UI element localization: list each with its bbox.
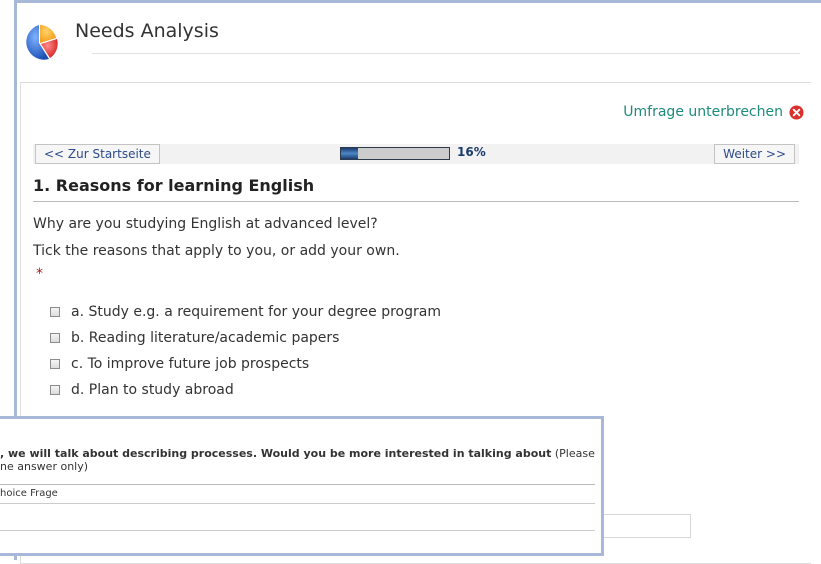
pie-chart-logo-icon: [26, 25, 58, 60]
option-label: b. Reading literature/academic papers: [71, 330, 340, 346]
option-label: d. Plan to study abroad: [71, 382, 234, 398]
inset-divider: [0, 503, 595, 504]
interrupt-survey-label: Umfrage unterbrechen: [623, 104, 783, 120]
inset-question-bold: , we will talk about describing processe…: [0, 447, 552, 460]
progress-bar-fill: [341, 148, 359, 159]
inset-question-note: (Please: [551, 447, 595, 460]
close-icon[interactable]: [789, 104, 804, 120]
option-label: c. To improve future job prospects: [71, 356, 310, 372]
required-marker: *: [36, 266, 43, 282]
answer-options: a. Study e.g. a requirement for your deg…: [50, 299, 441, 403]
app-title: Needs Analysis: [75, 20, 219, 42]
inset-question-text: , we will talk about describing processe…: [0, 447, 600, 473]
option-label: a. Study e.g. a requirement for your deg…: [71, 304, 441, 320]
progress-percent: 16%: [457, 145, 486, 159]
question-title-divider: [33, 201, 799, 202]
question-text: Why are you studying English at advanced…: [33, 216, 378, 232]
question-instruction: Tick the reasons that apply to you, or a…: [33, 243, 400, 259]
question-title: 1. Reasons for learning English: [33, 176, 315, 195]
answer-option[interactable]: c. To improve future job prospects: [50, 351, 441, 377]
navigation-bar: << Zur Startseite 16% Weiter >>: [33, 144, 799, 164]
checkbox[interactable]: [50, 307, 60, 317]
inset-screenshot: , we will talk about describing processe…: [0, 416, 604, 556]
inset-content: , we will talk about describing processe…: [0, 419, 601, 553]
checkbox[interactable]: [50, 333, 60, 343]
answer-option[interactable]: b. Reading literature/academic papers: [50, 325, 441, 351]
inset-divider: [0, 530, 595, 531]
checkbox[interactable]: [50, 385, 60, 395]
home-button[interactable]: << Zur Startseite: [35, 144, 160, 164]
progress-bar: [340, 147, 450, 160]
answer-option[interactable]: a. Study e.g. a requirement for your deg…: [50, 299, 441, 325]
inset-question-note-2: ne answer only): [0, 460, 89, 473]
next-button[interactable]: Weiter >>: [714, 144, 795, 164]
answer-option[interactable]: d. Plan to study abroad: [50, 377, 441, 403]
inset-divider: [0, 484, 595, 485]
inset-question-type: hoice Frage: [0, 488, 58, 499]
header-divider: [92, 53, 800, 54]
checkbox[interactable]: [50, 359, 60, 369]
interrupt-survey-link[interactable]: Umfrage unterbrechen: [623, 104, 804, 120]
